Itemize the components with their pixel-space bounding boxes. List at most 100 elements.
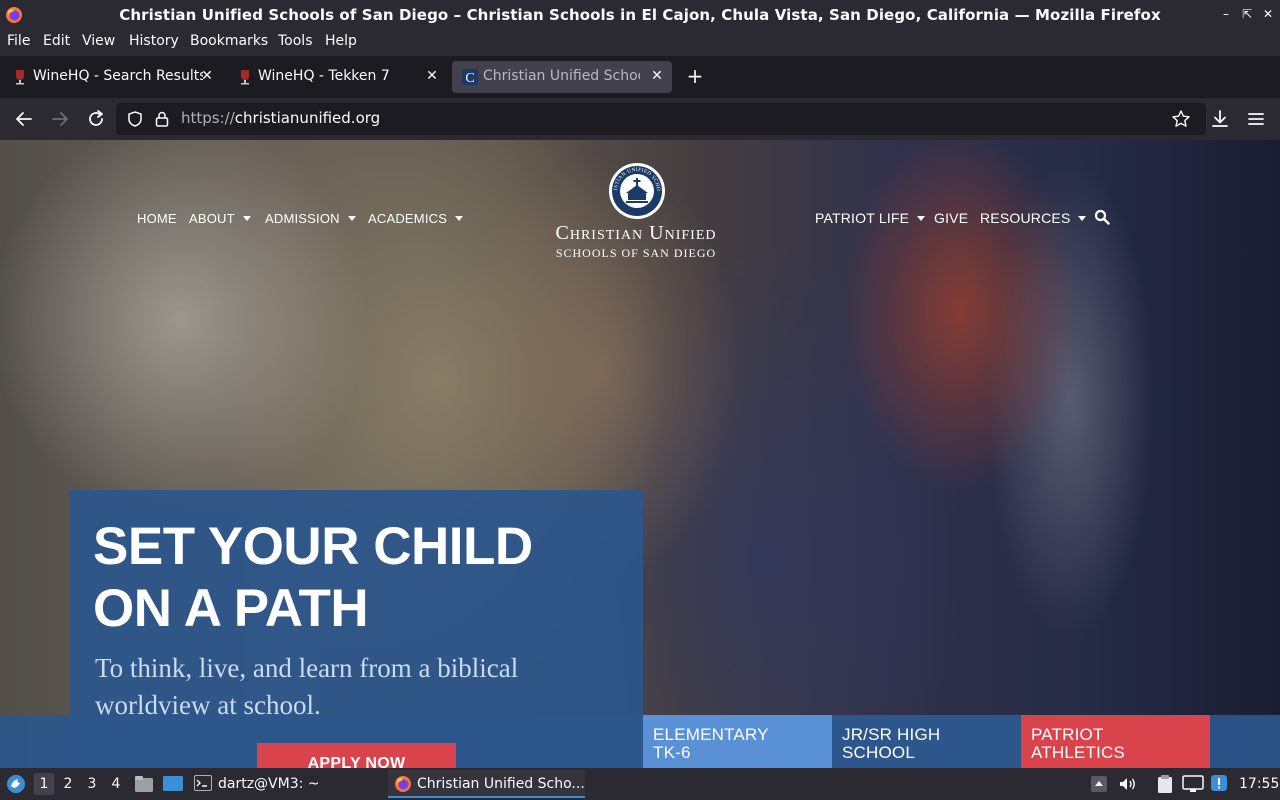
nav-academics[interactable]: ACADEMICS [368,211,464,226]
notification-icon[interactable] [1210,774,1228,792]
nav-resources[interactable]: RESOURCES [980,210,1087,226]
workspace-4[interactable]: 4 [106,773,126,795]
taskbar: 1 2 3 4 dartz@VM3: ~ Christian Unified S… [0,768,1280,800]
workspace-3[interactable]: 3 [82,773,102,795]
tracking-shield-icon[interactable] [126,110,144,128]
close-tab-icon[interactable]: ✕ [425,68,439,84]
close-tab-icon[interactable]: ✕ [650,68,664,84]
menu-help[interactable]: Help [325,33,357,49]
wine-icon [241,70,249,85]
nav-admission[interactable]: ADMISSION [265,211,356,226]
hero-panel: SET YOUR CHILD ON A PATH To think, live,… [70,490,643,768]
file-manager-icon[interactable] [134,775,154,793]
wine-icon [16,70,24,85]
network-icon[interactable] [1182,775,1204,793]
cus-favicon: C [462,69,478,85]
caret-down-icon [455,216,464,222]
tile-line: ELEMENTARY [653,725,769,744]
firefox-task-label: Christian Unified Scho... [417,776,585,792]
tray-up-icon[interactable] [1090,775,1108,793]
nav-label: HOME [137,211,177,226]
desktop-icon[interactable] [162,775,184,793]
close-window-icon[interactable]: ✕ [1260,6,1276,22]
logo-wordmark[interactable]: Christian Unified [500,222,772,245]
tab-winehq-tekken[interactable]: WineHQ - Tekken 7 ✕ [227,61,447,93]
caret-down-icon [1078,215,1087,221]
nav-toolbar: https://christianunified.org [0,98,1280,140]
tile-line: TK-6 [653,743,691,762]
task-terminal[interactable]: dartz@VM3: ~ [192,770,372,798]
search-icon[interactable] [1094,209,1110,225]
tab-label: WineHQ - Tekken 7 [258,68,390,84]
tile-line: PATRIOT [1031,725,1104,744]
menu-edit[interactable]: Edit [43,33,70,49]
nav-label: ACADEMICS [368,211,448,226]
app-menu-icon[interactable] [1244,107,1268,131]
menu-tools[interactable]: Tools [278,33,313,49]
hero-title-line: ON A PATH [93,579,369,638]
tile-line: ATHLETICS [1031,743,1126,762]
forward-icon[interactable] [48,107,72,131]
url-text[interactable]: https://christianunified.org [181,109,380,127]
url-bar[interactable]: https://christianunified.org [116,103,1206,135]
terminal-task-label: dartz@VM3: ~ [218,776,320,792]
reload-icon[interactable] [84,107,108,131]
url-host: christianunified.org [234,109,381,127]
workspace-2[interactable]: 2 [58,773,78,795]
new-tab-icon[interactable]: + [684,65,706,87]
volume-icon[interactable] [1118,775,1138,793]
nav-home[interactable]: HOME [137,211,177,226]
tab-label: Christian Unified Schools [483,68,640,84]
logo-subtitle: SCHOOLS OF SAN DIEGO [555,246,717,260]
nav-give[interactable]: GIVE [934,210,968,226]
web-content: HOME ABOUT ADMISSION ACADEMICS CHRISTIAN… [0,140,1280,768]
minimize-icon[interactable]: – [1218,6,1234,22]
start-menu-icon[interactable] [6,774,26,794]
clock[interactable]: 17:55 [1239,776,1279,792]
tab-strip: WineHQ - Search Results ✕ WineHQ - Tekke… [0,56,1280,98]
svg-text:C: C [465,71,474,85]
caret-down-icon [347,216,356,222]
firefox-icon [395,776,411,792]
menu-file[interactable]: File [7,33,30,49]
lock-icon[interactable] [154,110,170,128]
hero-subtitle: To think, live, and learn from a biblica… [95,653,519,720]
apply-now-button[interactable]: APPLY NOW [257,743,456,768]
close-tab-icon[interactable]: ✕ [200,68,214,84]
window-titlebar: Christian Unified Schools of San Diego –… [0,0,1280,30]
nav-label: RESOURCES [980,210,1071,226]
workspace-1[interactable]: 1 [34,773,54,795]
site-navigation: HOME ABOUT ADMISSION ACADEMICS CHRISTIAN… [0,140,1280,270]
logo-name-text: Christian Unified [555,222,717,244]
hero-title-line: SET YOUR CHILD [93,517,533,576]
bookmark-star-icon[interactable] [1171,109,1191,129]
tab-christian-unified[interactable]: C Christian Unified Schools ✕ [452,61,672,93]
task-firefox[interactable]: Christian Unified Scho... [388,770,585,798]
tile-line: JR/SR HIGH [842,725,941,744]
tile-line: SCHOOL [842,743,915,762]
tile-jr-sr-high[interactable]: JR/SR HIGH SCHOOL [832,715,1021,768]
nav-label: ABOUT [189,211,235,226]
downloads-icon[interactable] [1208,107,1232,131]
school-seal-logo[interactable]: CHRISTIAN UNIFIED SCHOOLS [608,162,666,220]
nav-about[interactable]: ABOUT [189,211,251,226]
tab-winehq-search[interactable]: WineHQ - Search Results ✕ [2,61,222,93]
caret-down-icon [917,215,926,221]
caret-down-icon [242,216,251,222]
nav-patriot-life[interactable]: PATRIOT LIFE [815,210,926,226]
tile-elementary[interactable]: ELEMENTARY TK-6 [643,715,832,768]
nav-label: PATRIOT LIFE [815,210,910,226]
menu-history[interactable]: History [129,33,179,49]
window-title: Christian Unified Schools of San Diego –… [119,6,1161,24]
back-icon[interactable] [12,107,36,131]
clipboard-icon[interactable] [1156,774,1174,794]
menu-bar: File Edit View History Bookmarks Tools H… [0,30,1280,56]
nav-label: GIVE [934,210,969,226]
url-protocol: https:// [181,109,235,127]
tab-label: WineHQ - Search Results [33,68,203,84]
maximize-icon[interactable]: ⇱ [1239,6,1255,22]
hero-title: SET YOUR CHILD ON A PATH [93,516,633,640]
menu-bookmarks[interactable]: Bookmarks [190,33,268,49]
menu-view[interactable]: View [82,33,115,49]
tile-patriot-athletics[interactable]: PATRIOT ATHLETICS [1021,715,1210,768]
